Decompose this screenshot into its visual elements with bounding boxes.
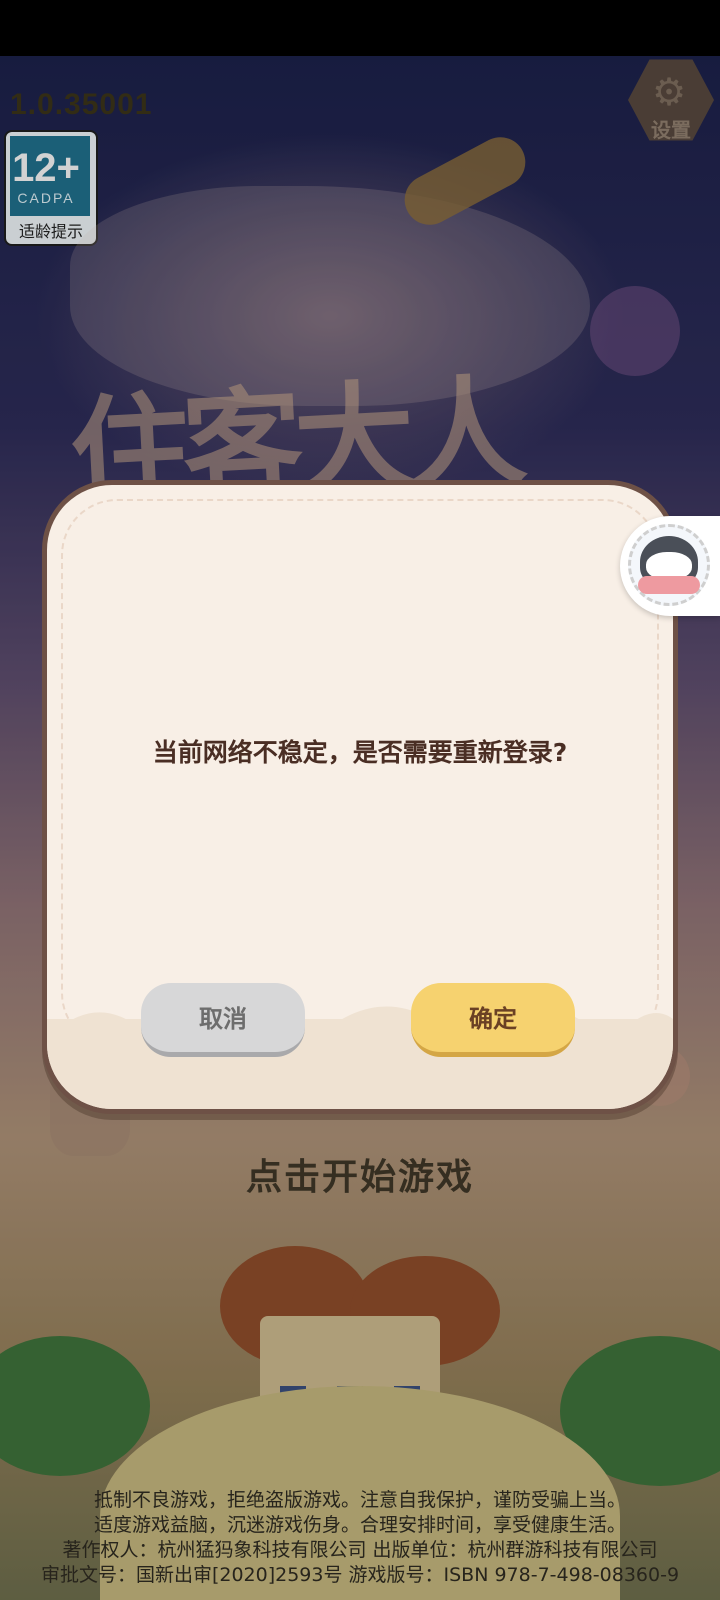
status-bar: [0, 0, 720, 56]
assistant-float-button[interactable]: [620, 516, 720, 616]
confirm-button[interactable]: 确定: [411, 983, 575, 1057]
cancel-button[interactable]: 取消: [141, 983, 305, 1057]
dialog-inner-border: [61, 499, 659, 1049]
dialog-message: 当前网络不稳定，是否需要重新登录?: [152, 738, 568, 767]
relogin-dialog: 当前网络不稳定，是否需要重新登录? 取消 确定: [42, 480, 678, 1114]
